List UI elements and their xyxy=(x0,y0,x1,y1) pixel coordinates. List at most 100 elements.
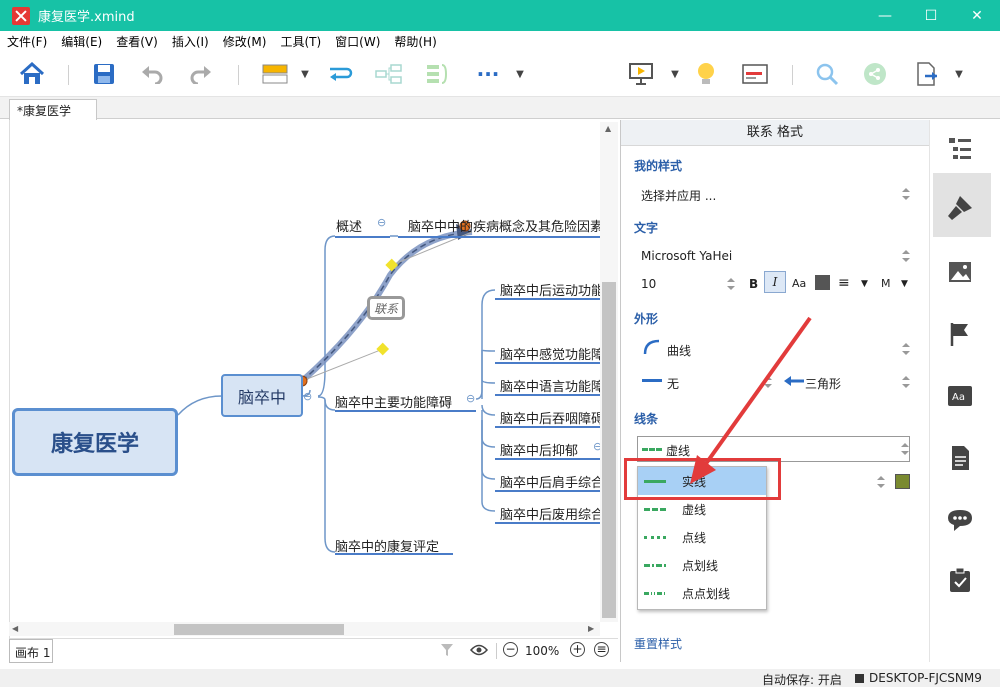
maximize-button[interactable]: ☐ xyxy=(908,0,954,31)
presentation-icon[interactable] xyxy=(626,60,656,88)
subtopic-sensory[interactable]: 脑卒中感觉功能障 xyxy=(500,344,604,363)
menu-modify[interactable]: 修改(M) xyxy=(223,33,267,50)
presentation-dropdown-chevron-icon[interactable]: ▼ xyxy=(668,60,682,88)
menu-view[interactable]: 查看(V) xyxy=(116,33,158,50)
idea-bulb-icon[interactable] xyxy=(692,60,720,88)
subtopic-disuse[interactable]: 脑卒中后废用综合 xyxy=(500,504,604,523)
branch-dysfunction-collapse-icon[interactable]: ⊖ xyxy=(466,392,475,405)
topic-dropdown-chevron-icon[interactable]: ▼ xyxy=(298,60,312,88)
branch-dysfunction-underline xyxy=(335,410,476,412)
marker-flag-icon[interactable] xyxy=(946,320,974,348)
align-button[interactable]: ≡ xyxy=(838,275,850,291)
font-size-updown-icon[interactable] xyxy=(727,278,735,290)
format-brush-icon[interactable] xyxy=(946,194,974,222)
more-dropdown-chevron-icon[interactable]: ▼ xyxy=(513,60,527,88)
line-style-updown-icon[interactable] xyxy=(901,443,909,455)
search-icon[interactable] xyxy=(812,60,842,88)
line-color-swatch[interactable] xyxy=(895,474,910,489)
menu-edit[interactable]: 编辑(E) xyxy=(61,33,102,50)
shape-curve[interactable]: 曲线 xyxy=(667,342,691,359)
home-icon[interactable] xyxy=(17,60,47,88)
save-icon[interactable] xyxy=(90,60,118,88)
shape-updown-icon[interactable] xyxy=(902,343,910,355)
notes-icon[interactable] xyxy=(946,444,974,472)
option-dash-dot-dot[interactable]: 点点划线 xyxy=(638,579,766,607)
arrow-start-updown-icon[interactable] xyxy=(764,376,772,388)
more-icon[interactable]: ··· xyxy=(474,60,502,88)
image-icon[interactable] xyxy=(946,258,974,286)
scroll-left-icon[interactable]: ◀ xyxy=(12,624,18,633)
bold-button[interactable]: B xyxy=(749,277,758,291)
align-chevron-down-icon[interactable]: ▼ xyxy=(861,279,868,289)
menu-insert[interactable]: 插入(I) xyxy=(172,33,209,50)
menu-window[interactable]: 窗口(W) xyxy=(335,33,380,50)
horizontal-scroll-thumb[interactable] xyxy=(174,624,344,635)
filter-icon[interactable] xyxy=(440,643,454,660)
branch-overview[interactable]: 概述 xyxy=(336,216,362,235)
tab-document[interactable]: *康复医学 xyxy=(9,99,97,120)
main-topic-collapse-icon[interactable]: ⊖ xyxy=(303,390,312,403)
label-icon[interactable]: Aa xyxy=(946,382,974,410)
close-button[interactable]: ✕ xyxy=(954,0,1000,31)
topic-icon[interactable] xyxy=(260,60,290,88)
zoom-menu-icon[interactable]: ≡ xyxy=(594,642,609,657)
subtopic-motor[interactable]: 脑卒中后运动功能 xyxy=(500,280,604,299)
outline-icon[interactable] xyxy=(946,134,974,162)
reset-style-link[interactable]: 重置样式 xyxy=(634,635,682,652)
subtopic-shoulder-hand[interactable]: 脑卒中后肩手综合 xyxy=(500,472,604,491)
option-dash-dot[interactable]: 点划线 xyxy=(638,551,766,579)
font-select-updown-icon[interactable] xyxy=(902,250,910,262)
branch-dysfunction[interactable]: 脑卒中主要功能障碍 xyxy=(335,392,452,411)
font-size-select[interactable]: 10 xyxy=(641,277,656,291)
topic-overview[interactable]: 脑卒中中的疾病概念及其危险因素 xyxy=(408,216,603,235)
option-dotted-label: 点线 xyxy=(682,530,707,545)
relationship-label-box[interactable]: 联系 xyxy=(367,296,405,320)
export-dropdown-chevron-icon[interactable]: ▼ xyxy=(952,60,966,88)
mind-map-canvas[interactable]: 康复医学 脑卒中 ⊖ 概述 ⊖ 脑卒中中的疾病概念及其危险因素 脑卒中主要功能障… xyxy=(9,120,618,639)
branch-overview-underline xyxy=(335,236,390,238)
subtopic-language[interactable]: 脑卒中语言功能障 xyxy=(500,376,604,395)
subtopic-depression[interactable]: 脑卒中后抑郁 xyxy=(500,440,578,459)
main-topic[interactable]: 脑卒中 xyxy=(221,374,303,417)
export-icon[interactable] xyxy=(912,60,942,88)
central-topic[interactable]: 康复医学 xyxy=(12,408,178,476)
zoom-in-icon[interactable]: + xyxy=(570,642,585,657)
share-icon[interactable] xyxy=(860,60,890,88)
option-dotted[interactable]: 点线 xyxy=(638,523,766,551)
scroll-up-icon[interactable]: ▲ xyxy=(605,124,611,133)
sheet-tab[interactable]: 画布 1 xyxy=(9,639,53,663)
redo-icon[interactable] xyxy=(187,60,215,88)
font-family-select[interactable]: Microsoft YaHei xyxy=(641,249,732,263)
panel-title: 联系 格式 xyxy=(621,120,929,146)
relationship-icon[interactable] xyxy=(326,60,354,88)
more-text-button[interactable]: M xyxy=(881,277,891,290)
gantt-icon[interactable] xyxy=(740,60,770,88)
task-clipboard-icon[interactable] xyxy=(946,566,974,594)
style-select[interactable]: 选择并应用 ... xyxy=(641,187,716,204)
italic-button[interactable]: I xyxy=(764,271,786,293)
menu-file[interactable]: 文件(F) xyxy=(7,33,47,50)
subtopic-swallowing[interactable]: 脑卒中后吞咽障碍 xyxy=(500,408,604,427)
line-width-updown-icon[interactable] xyxy=(877,476,885,488)
style-select-updown-icon[interactable] xyxy=(902,188,910,200)
menu-help[interactable]: 帮助(H) xyxy=(394,33,436,50)
eye-icon[interactable] xyxy=(469,643,489,660)
comment-icon[interactable] xyxy=(946,506,974,534)
arrow-end-updown-icon[interactable] xyxy=(902,376,910,388)
scroll-right-icon[interactable]: ▶ xyxy=(588,624,594,633)
more-text-chevron-down-icon[interactable]: ▼ xyxy=(901,279,908,289)
boundary-icon[interactable] xyxy=(374,60,404,88)
font-color-swatch[interactable] xyxy=(815,275,830,290)
zoom-out-icon[interactable]: − xyxy=(503,642,518,657)
subtopic-underline xyxy=(495,362,605,364)
vertical-scroll-thumb[interactable] xyxy=(602,282,616,618)
minimize-button[interactable]: — xyxy=(862,0,908,31)
summary-icon[interactable] xyxy=(424,60,452,88)
text-case-button[interactable]: Aa xyxy=(792,277,806,290)
menu-tools[interactable]: 工具(T) xyxy=(280,33,321,50)
branch-overview-collapse-icon[interactable]: ⊖ xyxy=(377,216,386,229)
arrow-end-triangle[interactable]: 三角形 xyxy=(805,375,841,392)
document-tab-bar: *康复医学 xyxy=(0,97,1000,120)
undo-icon[interactable] xyxy=(138,60,166,88)
arrow-start-none[interactable]: 无 xyxy=(667,375,679,392)
